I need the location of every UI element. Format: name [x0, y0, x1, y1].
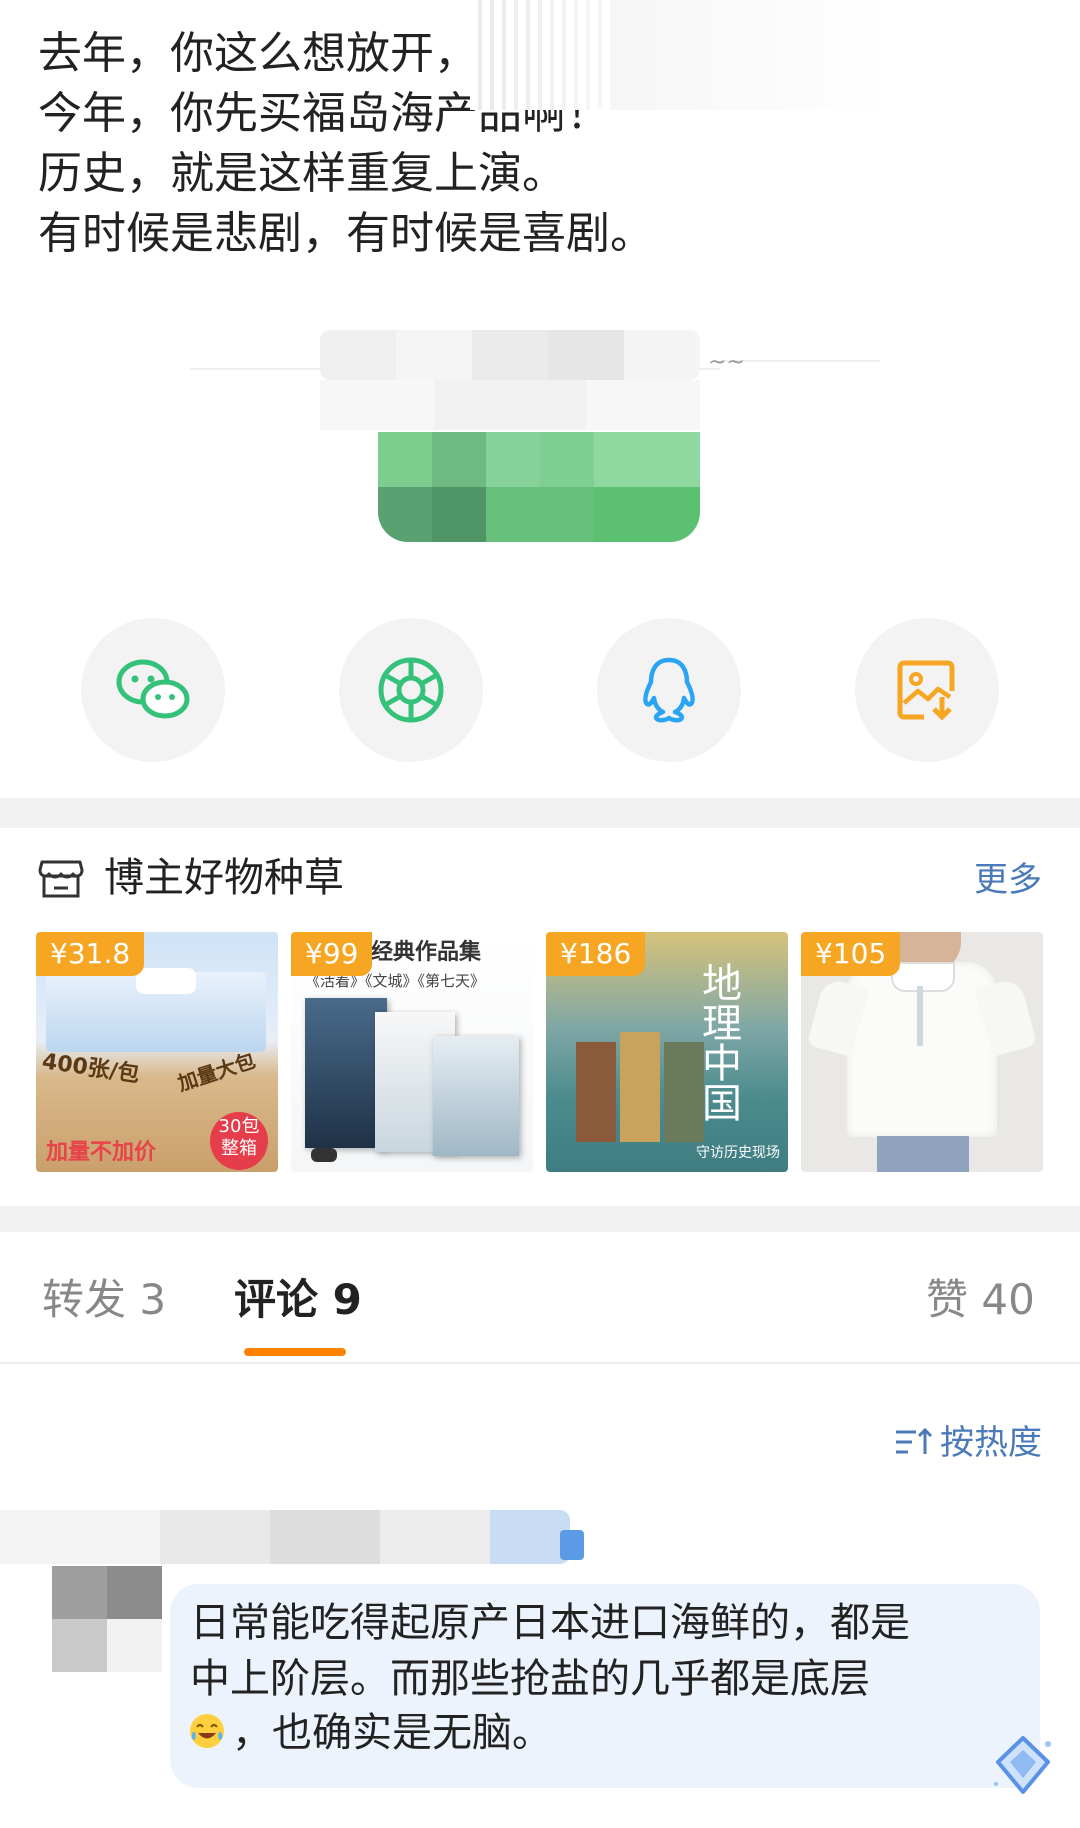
comment-text-line: ，也确实是无脑。 — [232, 1710, 552, 1756]
price-tag: ¥31.8 — [36, 932, 145, 976]
comment-text-line: 中上阶层。而那些抢盐的几乎都是底层 — [190, 1656, 870, 1702]
save-image-icon — [897, 660, 955, 721]
moments-icon — [378, 657, 444, 723]
more-goods-link[interactable]: 更多 — [974, 856, 1042, 904]
qq-icon — [643, 657, 695, 723]
tabs-divider — [0, 1362, 1080, 1364]
product-card[interactable]: 地理中国 守访历史现场 ¥186 — [546, 932, 788, 1172]
product-card[interactable]: ¥105 — [801, 932, 1043, 1172]
section-divider — [0, 798, 1080, 828]
post-line: 去年，你这么想放开， — [38, 28, 478, 79]
share-save-image-button[interactable] — [855, 618, 999, 762]
shop-icon — [38, 860, 84, 898]
diamond-badge-icon — [994, 1736, 1051, 1794]
tab-like[interactable]: 赞 40 — [926, 1270, 1035, 1330]
active-tab-indicator — [244, 1348, 346, 1356]
pixelated-username — [0, 1510, 590, 1564]
comment-text-line: 日常能吃得起原产日本进口海鲜的，都是 — [190, 1600, 910, 1646]
sort-label: 按热度 — [940, 1423, 1042, 1463]
sort-by-hot-button[interactable]: 按热度 — [894, 1418, 1042, 1468]
laugh-cry-emoji-icon — [188, 1712, 226, 1754]
post-line: 历史，就是这样重复上演。 — [38, 148, 566, 199]
pixelated-button — [378, 432, 700, 542]
avatar — [52, 1566, 162, 1672]
product-card[interactable]: 400张/包 加量大包 加量不加价 30包 整箱 ¥31.8 — [36, 932, 278, 1172]
share-moments-button[interactable] — [339, 618, 483, 762]
sort-icon — [896, 1427, 933, 1454]
pixelated-watermark — [470, 0, 890, 110]
price-tag: ¥105 — [801, 932, 901, 976]
price-tag: ¥99 — [291, 932, 373, 976]
section-divider — [0, 1206, 1080, 1232]
product-card[interactable]: 经典作品集 《活着》《文城》《第七天》 ¥99 — [291, 932, 533, 1172]
wechat-icon — [116, 659, 190, 719]
price-tag: ¥186 — [546, 932, 646, 976]
tab-comment[interactable]: 评论 9 — [234, 1270, 362, 1330]
post-line: 有时候是悲剧，有时候是喜剧。 — [38, 208, 654, 259]
goods-section-title: 博主好物种草 — [104, 855, 344, 901]
share-wechat-button[interactable] — [81, 618, 225, 762]
tab-repost[interactable]: 转发 3 — [42, 1270, 166, 1330]
share-qq-button[interactable] — [597, 618, 741, 762]
